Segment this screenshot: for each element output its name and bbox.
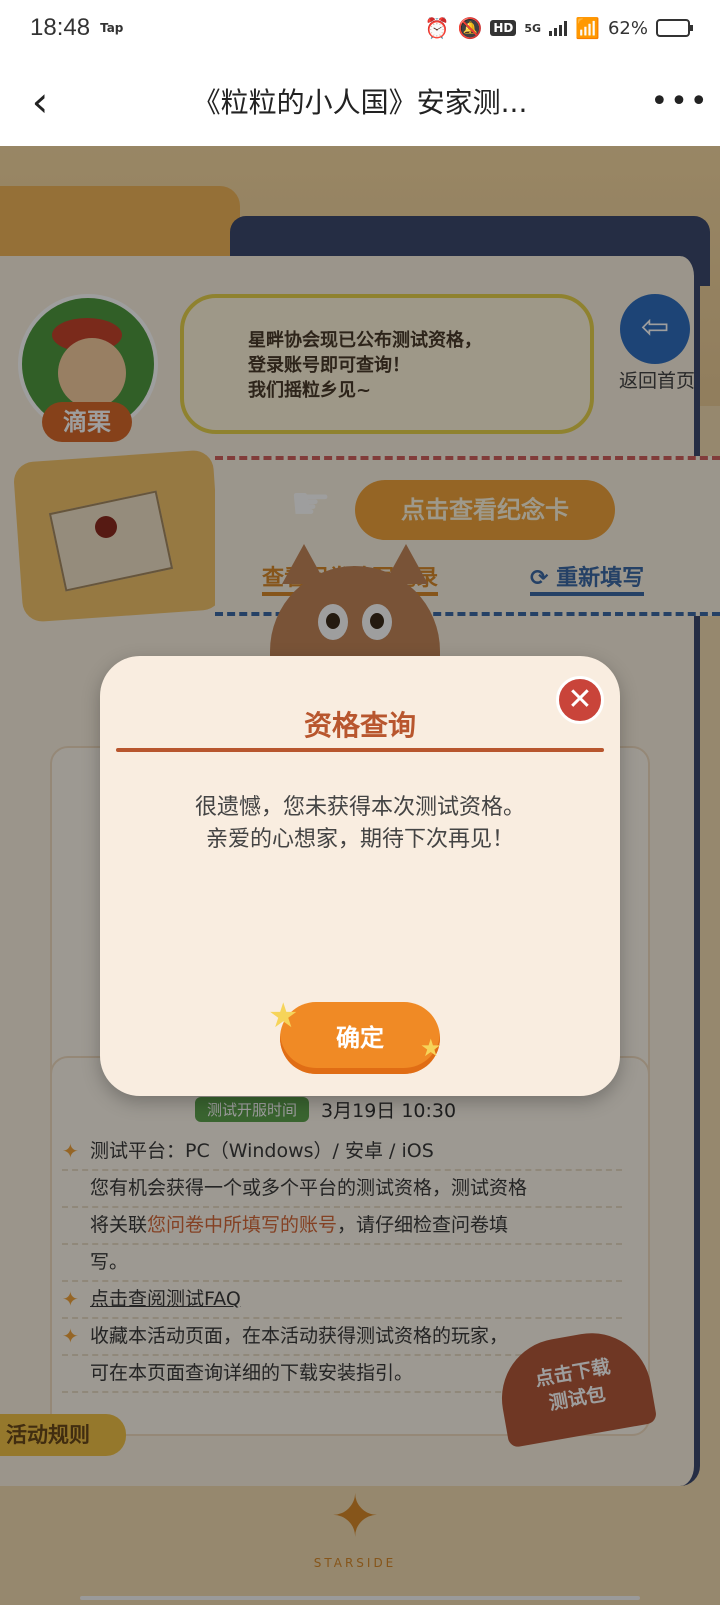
alarm-icon: ⏰ [424, 16, 450, 40]
network-5g-icon: 5G [524, 21, 542, 35]
status-bar: 18:48 Tap ⏰ 🔕 HD 5G 📶 62% [0, 0, 720, 56]
mute-icon: 🔕 [457, 16, 483, 40]
nav-bar: ‹ 《粒粒的小人国》安家测... ••• [0, 56, 720, 146]
tap-app-icon: Tap [100, 21, 124, 35]
star-icon: ★ [268, 996, 299, 1036]
battery-icon [656, 19, 693, 37]
status-time: 18:48 [30, 14, 91, 41]
signal-icon [549, 20, 568, 36]
dialog-message-line-1: 很遗憾，您未获得本次测试资格。 [194, 795, 525, 820]
star-icon: ★ [420, 1034, 442, 1062]
hd-icon: HD [490, 20, 517, 36]
gesture-bar[interactable] [80, 1596, 640, 1600]
wifi-icon: 📶 [575, 16, 600, 40]
dialog-message-line-2: 亲爱的心想家，期待下次再见！ [205, 827, 514, 852]
qualification-query-dialog: ✕ 资格查询 很遗憾，您未获得本次测试资格。 亲爱的心想家，期待下次再见！ 确定… [100, 656, 620, 1096]
battery-text: 62% [607, 17, 648, 39]
back-icon[interactable]: ‹ [0, 56, 80, 146]
dialog-message: 很遗憾，您未获得本次测试资格。 亲爱的心想家，期待下次再见！ [100, 792, 620, 856]
page-title: 《粒粒的小人国》安家测... [192, 86, 528, 119]
dialog-divider [116, 748, 604, 752]
confirm-button[interactable]: 确定 [280, 1002, 440, 1074]
more-dots-icon[interactable]: ••• [640, 84, 720, 119]
status-icons: ⏰ 🔕 HD 5G 📶 62% [424, 16, 693, 40]
dialog-title: 资格查询 [303, 709, 416, 742]
